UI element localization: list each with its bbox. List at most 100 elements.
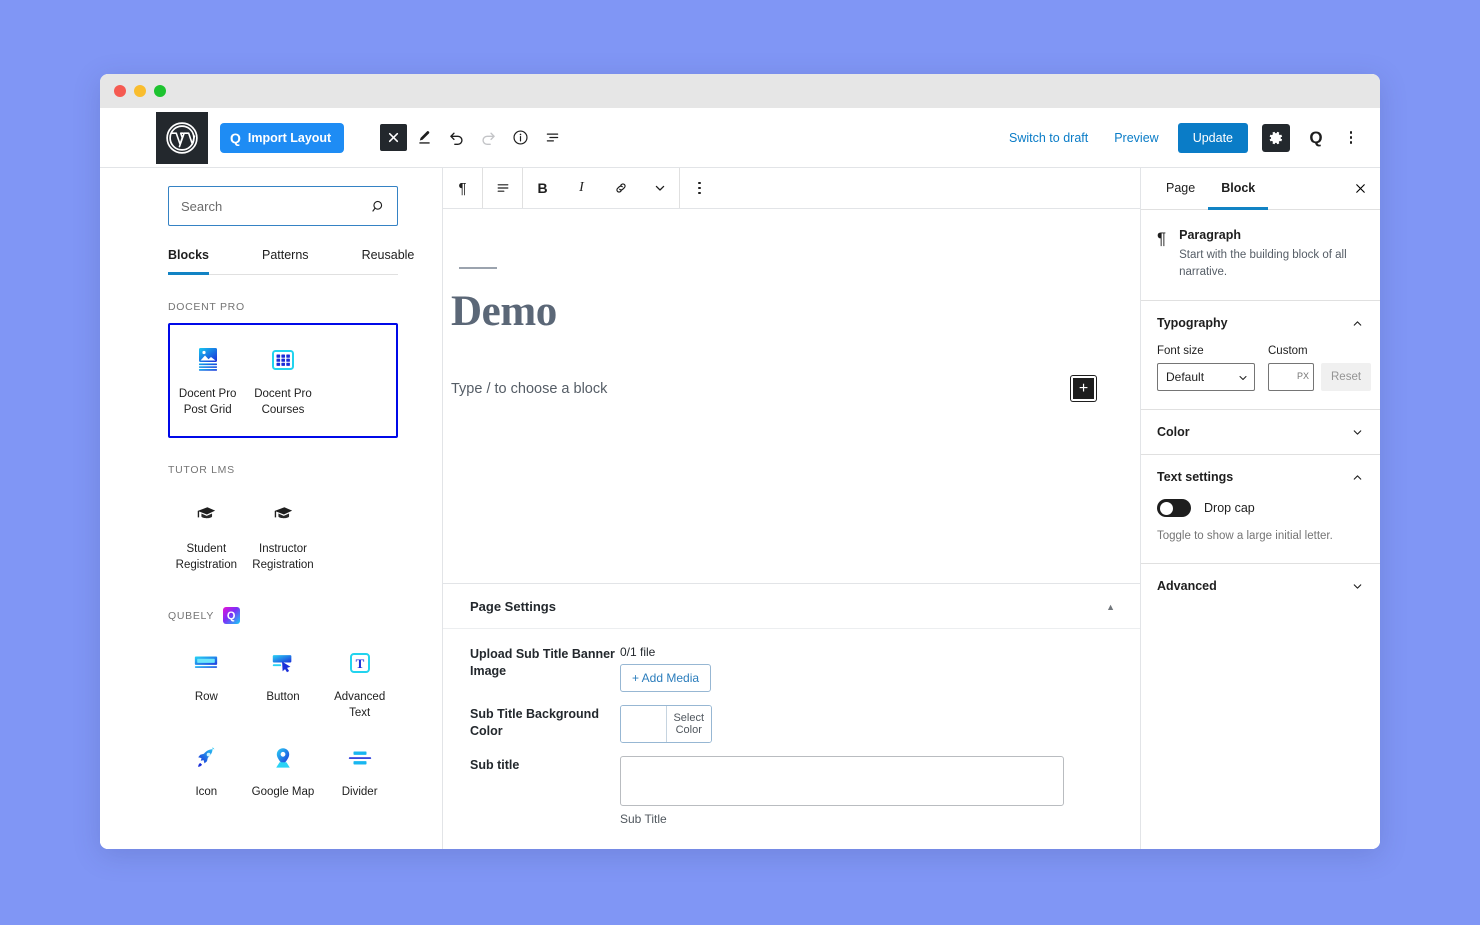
editor-canvas[interactable]: Demo Type / to choose a block + xyxy=(443,209,1140,583)
color-swatch[interactable] xyxy=(621,706,667,742)
toolbar-group-options xyxy=(680,168,719,208)
link-icon[interactable] xyxy=(601,168,640,208)
bold-icon[interactable]: B xyxy=(523,168,562,208)
settings-sidebar: Page Block ¶ Paragraph Start with the bu… xyxy=(1141,168,1380,849)
close-icon[interactable] xyxy=(1344,173,1376,205)
window-zoom-button[interactable] xyxy=(154,85,166,97)
block-google-map[interactable]: Google Map xyxy=(245,729,322,809)
panel-title: Advanced xyxy=(1157,579,1217,594)
tab-reusable[interactable]: Reusable xyxy=(362,248,415,275)
wordpress-logo-icon[interactable] xyxy=(156,111,208,164)
header-tools xyxy=(380,123,567,153)
page-title[interactable]: Demo xyxy=(451,287,1096,336)
paragraph-icon: ¶ xyxy=(1157,229,1167,248)
select-color-button[interactable]: Select Color xyxy=(666,706,711,742)
field-subtitle-bg-color: Sub Title Background Color Select Color xyxy=(470,705,1115,743)
tab-block[interactable]: Block xyxy=(1208,168,1269,210)
tab-page[interactable]: Page xyxy=(1153,168,1208,210)
close-editor-icon[interactable] xyxy=(380,124,408,151)
block-label: Instructor Registration xyxy=(252,543,314,571)
color-picker-control[interactable]: Select Color xyxy=(620,705,712,743)
window-minimize-button[interactable] xyxy=(134,85,146,97)
reset-button[interactable]: Reset xyxy=(1321,363,1372,392)
window-close-button[interactable] xyxy=(114,85,126,97)
block-instructor-registration[interactable]: Instructor Registration xyxy=(245,486,322,581)
add-media-button[interactable]: + Add Media xyxy=(620,664,712,692)
custom-font-size-input[interactable] xyxy=(1268,363,1314,392)
paragraph-type-icon[interactable]: ¶ xyxy=(443,168,482,208)
search-box[interactable] xyxy=(168,186,398,226)
kebab-menu-icon[interactable] xyxy=(1338,123,1364,153)
page-settings-title: Page Settings xyxy=(470,599,556,614)
gear-icon[interactable] xyxy=(1262,123,1290,152)
block-icon[interactable]: Icon xyxy=(168,729,245,809)
collapse-caret-icon[interactable]: ▲ xyxy=(1106,602,1115,612)
drop-cap-toggle[interactable] xyxy=(1157,499,1191,518)
qubely-logo-icon: Q xyxy=(223,607,241,625)
align-icon[interactable] xyxy=(483,168,522,208)
update-button[interactable]: Update xyxy=(1177,122,1248,153)
browser-window: Q Import Layout Switch to draft Preview … xyxy=(100,74,1380,849)
panel-typography-header[interactable]: Typography xyxy=(1141,301,1380,345)
field-control: Select Color xyxy=(620,705,1115,743)
drop-cap-label: Drop cap xyxy=(1204,501,1255,516)
docent-pro-block-group: Docent Pro Post Grid Docent Pro Courses xyxy=(168,323,398,439)
editor-column: ¶ B I Demo Type / to choose a block + Pa… xyxy=(443,168,1141,849)
panel-advanced-header[interactable]: Advanced xyxy=(1141,564,1380,608)
block-divider[interactable]: Divider xyxy=(321,729,398,809)
sub-title-textarea[interactable] xyxy=(620,756,1064,806)
search-input[interactable] xyxy=(169,187,397,225)
panel-typography-body: Font size Default Custom PX Reset xyxy=(1141,345,1380,409)
panel-text-settings-header[interactable]: Text settings xyxy=(1141,455,1380,499)
section-docent-pro: DOCENT PRO Docent Pro Post Grid Docent P… xyxy=(100,301,442,439)
block-docent-pro-post-grid[interactable]: Docent Pro Post Grid xyxy=(170,331,245,426)
edit-pencil-icon[interactable] xyxy=(409,123,439,153)
px-input-wrap: PX xyxy=(1268,363,1314,392)
row-icon xyxy=(193,648,219,678)
import-layout-button[interactable]: Q Import Layout xyxy=(220,122,345,153)
chevron-down-icon[interactable] xyxy=(1351,426,1364,439)
toolbar-group-format: B I xyxy=(523,168,680,208)
add-block-button[interactable]: + xyxy=(1071,376,1096,401)
graduation-cap-icon xyxy=(272,500,294,530)
button-icon xyxy=(270,648,296,678)
panel-text-settings: Text settings Drop cap Toggle to show a … xyxy=(1141,455,1380,565)
info-icon[interactable] xyxy=(505,123,535,153)
rocket-icon xyxy=(194,743,218,773)
font-size-select[interactable]: Default xyxy=(1157,363,1255,392)
typography-controls: Font size Default Custom PX Reset xyxy=(1157,345,1372,392)
panel-title: Color xyxy=(1157,425,1190,440)
switch-to-draft-button[interactable]: Switch to draft xyxy=(996,131,1101,145)
tab-patterns[interactable]: Patterns xyxy=(262,248,309,275)
graduation-cap-icon xyxy=(195,500,217,530)
list-view-icon[interactable] xyxy=(537,123,567,153)
more-formatting-icon[interactable] xyxy=(640,168,679,208)
chevron-up-icon[interactable] xyxy=(1351,471,1364,484)
undo-icon[interactable] xyxy=(441,123,471,153)
qubely-panel-button[interactable]: Q xyxy=(1302,124,1330,152)
block-docent-pro-courses[interactable]: Docent Pro Courses xyxy=(245,331,320,426)
drop-cap-row: Drop cap xyxy=(1157,499,1364,518)
chevron-up-icon[interactable] xyxy=(1351,317,1364,330)
block-label: Advanced Text xyxy=(334,691,386,719)
custom-size-field: Custom PX Reset xyxy=(1268,345,1372,392)
inserter-search-wrap xyxy=(100,168,442,226)
font-size-select-wrap: Default xyxy=(1157,363,1255,392)
paragraph-placeholder[interactable]: Type / to choose a block xyxy=(451,381,1071,397)
tab-blocks[interactable]: Blocks xyxy=(168,248,209,275)
block-student-registration[interactable]: Student Registration xyxy=(168,486,245,581)
italic-icon[interactable]: I xyxy=(562,168,601,208)
import-layout-label: Import Layout xyxy=(247,130,332,145)
panel-title: Typography xyxy=(1157,316,1228,331)
block-row[interactable]: Row xyxy=(168,634,245,729)
page-settings-header[interactable]: Page Settings ▲ xyxy=(443,584,1140,629)
block-button[interactable]: Button xyxy=(245,634,322,729)
block-advanced-text[interactable]: T Advanced Text xyxy=(321,634,398,729)
panel-color-header[interactable]: Color xyxy=(1141,410,1380,454)
preview-button[interactable]: Preview xyxy=(1101,131,1171,145)
chevron-down-icon[interactable] xyxy=(1351,580,1364,593)
custom-label: Custom xyxy=(1268,345,1308,358)
redo-icon[interactable] xyxy=(473,123,503,153)
section-title-docent-pro: DOCENT PRO xyxy=(168,301,245,313)
block-options-icon[interactable] xyxy=(680,168,719,208)
